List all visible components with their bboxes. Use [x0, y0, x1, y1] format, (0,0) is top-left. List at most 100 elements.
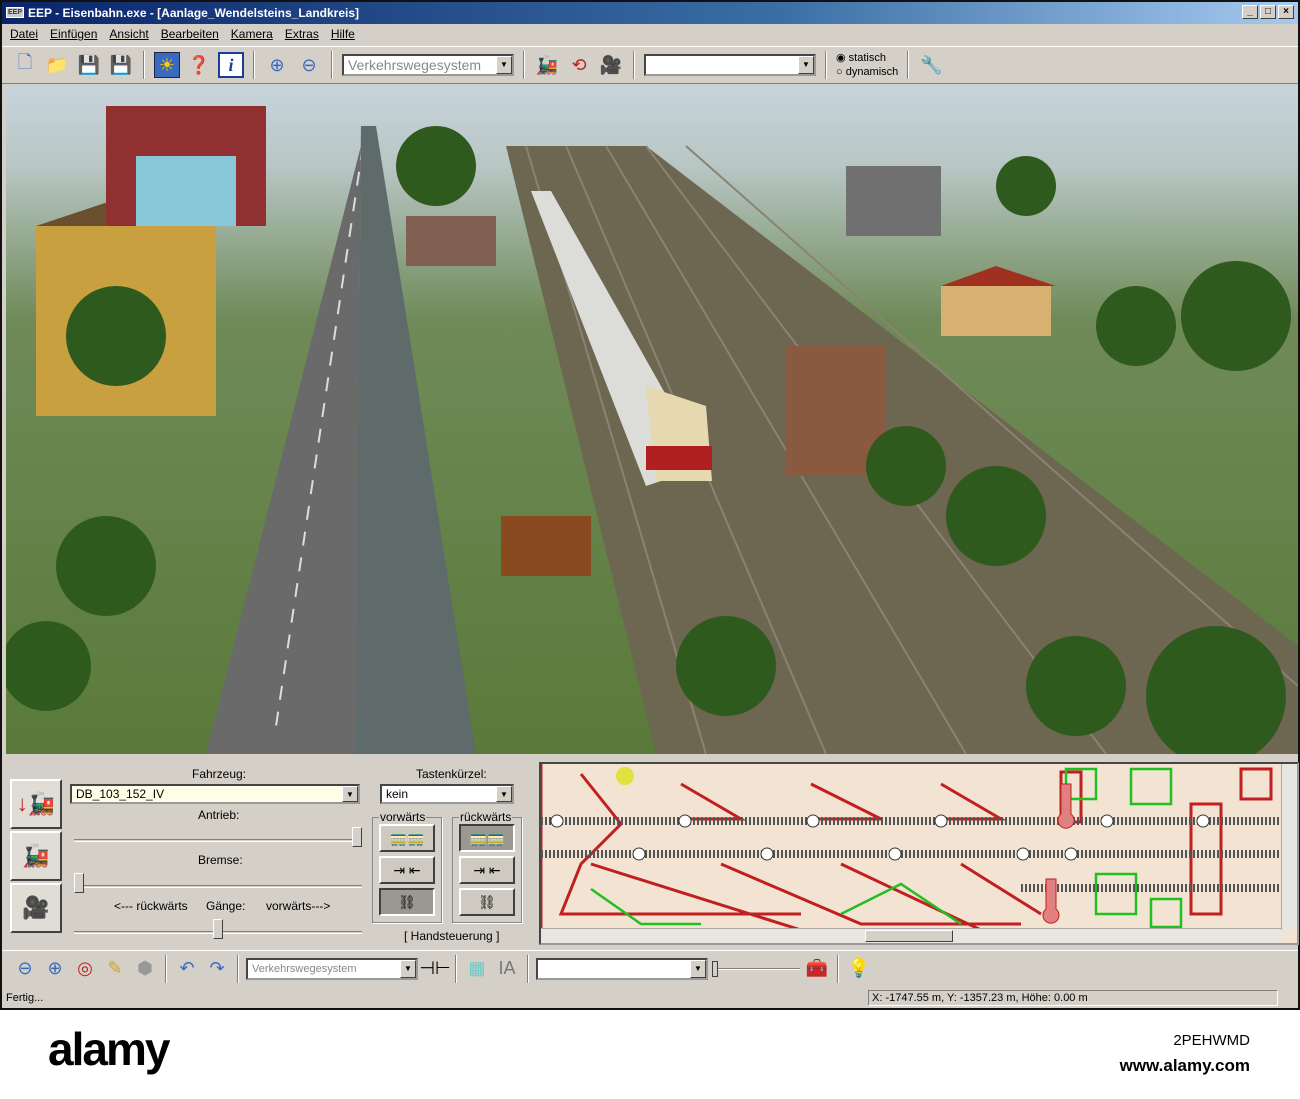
shortcut-select-value: kein	[386, 787, 409, 801]
save-as-icon[interactable]: 💾	[108, 52, 134, 78]
save-icon[interactable]: 💾	[76, 52, 102, 78]
radio-static[interactable]: ◉ statisch	[836, 51, 898, 65]
chevron-down-icon[interactable]: ▼	[496, 786, 512, 802]
title-bar: EEP EEP - Eisenbahn.exe - [Aanlage_Wende…	[2, 2, 1298, 24]
app-icon: EEP	[6, 7, 24, 18]
info-icon[interactable]: i	[218, 52, 244, 78]
locomotive-icon[interactable]: 🚂	[534, 52, 560, 78]
shortcut-select[interactable]: kein ▼	[380, 784, 514, 804]
slider-thumb[interactable]	[352, 827, 362, 847]
layer-select[interactable]: Verkehrswegesystem ▼	[342, 54, 514, 76]
main-toolbar: 🗋 📁 💾 💾 ☀ ❓ i ⊕ ⊖ Verkehrswegesystem ▼ 🚂 …	[2, 46, 1298, 84]
backward-coupler-button[interactable]: ⇥ ⇤	[459, 856, 515, 884]
plan-vertical-scrollbar[interactable]	[1281, 764, 1297, 930]
chevron-down-icon[interactable]: ▼	[400, 959, 416, 978]
object-select[interactable]: ▼	[644, 54, 816, 76]
vehicle-camera-button[interactable]: 🎥	[10, 883, 62, 933]
edit-pencil-icon[interactable]: ✎	[102, 956, 128, 982]
forward-group-label: vorwärts	[379, 810, 427, 824]
chevron-down-icon[interactable]: ▼	[690, 959, 706, 978]
zoom-in-icon[interactable]: ⊕	[42, 956, 68, 982]
status-text: Fertig...	[6, 992, 44, 1004]
camera-rotate-icon[interactable]: ⟲	[566, 52, 592, 78]
watermark-id: 2PEHWMD	[1173, 1032, 1250, 1049]
vehicle-list-button[interactable]: 🚂	[10, 831, 62, 881]
chevron-down-icon[interactable]: ▼	[798, 56, 814, 74]
zoom-out-icon[interactable]: ⊖	[296, 52, 322, 78]
chevron-down-icon[interactable]: ▼	[342, 786, 358, 802]
camera-save-icon[interactable]: 🎥	[598, 52, 624, 78]
redo-icon[interactable]: ↷	[204, 956, 230, 982]
undo-icon[interactable]: ↶	[174, 956, 200, 982]
open-folder-icon[interactable]: 📁	[44, 52, 70, 78]
place-vehicle-button[interactable]: ↓🚂	[10, 779, 62, 829]
plan-horizontal-scrollbar[interactable]	[541, 928, 1281, 943]
help-pointer-icon[interactable]: ❓	[186, 52, 212, 78]
3d-view[interactable]	[6, 86, 1298, 754]
locomotive-insert-icon: ↓🚂	[16, 791, 56, 816]
brake-slider[interactable]	[74, 871, 362, 893]
menu-kamera[interactable]: Kamera	[231, 24, 273, 44]
menu-hilfe[interactable]: Hilfe	[331, 24, 355, 44]
gear-slider[interactable]	[74, 917, 362, 939]
cube-icon[interactable]: ⬢	[132, 956, 158, 982]
layer-select-2[interactable]: Verkehrswegesystem ▼	[246, 957, 418, 980]
radio-dynamic[interactable]: ○ dynamisch	[836, 65, 898, 79]
drive-label: Antrieb:	[198, 808, 240, 822]
zoom-slider[interactable]	[712, 959, 800, 979]
menu-datei[interactable]: Datei	[10, 24, 38, 44]
forward-couple-train-button[interactable]: 🚃🚃	[379, 824, 435, 852]
backward-group-label: rückwärts	[459, 810, 513, 824]
backward-chain-button[interactable]: ⛓	[459, 888, 515, 916]
backward-couple-train-button[interactable]: 🚃🚃	[459, 824, 515, 852]
forward-label: vorwärts--->	[266, 899, 331, 913]
maximize-button[interactable]: □	[1260, 5, 1276, 19]
drive-slider[interactable]	[74, 825, 362, 847]
lightbulb-icon[interactable]: 💡	[846, 956, 872, 982]
track-plan-graphic	[541, 764, 1281, 932]
vehicle-select[interactable]: DB_103_152_IV ▼	[70, 784, 360, 804]
text-height-icon[interactable]: IA	[494, 956, 520, 982]
scrollbar-thumb[interactable]	[865, 930, 953, 942]
menu-extras[interactable]: Extras	[285, 24, 319, 44]
tools-icon[interactable]: 🔧	[918, 52, 944, 78]
toolbox-icon[interactable]: 🧰	[804, 956, 830, 982]
weather-icon[interactable]: ☀	[154, 52, 180, 78]
target-camera-icon[interactable]: ◎	[72, 956, 98, 982]
camera-icon: 🎥	[22, 895, 50, 920]
slider-thumb[interactable]	[213, 919, 223, 939]
grid-icon[interactable]: ▦	[464, 956, 490, 982]
height-slider-icon[interactable]: ⊣⊢	[419, 956, 450, 982]
backward-group: rückwärts 🚃🚃 ⇥ ⇤ ⛓	[452, 810, 522, 923]
menu-einfuegen[interactable]: Einfügen	[50, 24, 97, 44]
vehicle-select-value: DB_103_152_IV	[76, 787, 165, 801]
3d-scene-graphic	[6, 106, 1298, 754]
app-window: EEP EEP - Eisenbahn.exe - [Aanlage_Wende…	[0, 0, 1300, 1010]
menu-bearbeiten[interactable]: Bearbeiten	[161, 24, 219, 44]
vehicle-label: Fahrzeug:	[192, 767, 247, 781]
radio-static-label: statisch	[848, 52, 886, 64]
window-title: EEP - Eisenbahn.exe - [Aanlage_Wendelste…	[28, 6, 360, 20]
watermark-band: alamy 2PEHWMD www.alamy.com	[0, 1010, 1300, 1099]
slider-thumb[interactable]	[712, 960, 718, 977]
coordinates-readout: X: -1747.55 m, Y: -1357.23 m, Höhe: 0.00…	[868, 990, 1278, 1006]
menu-ansicht[interactable]: Ansicht	[109, 24, 148, 44]
slider-thumb[interactable]	[74, 873, 84, 893]
track-plan-view[interactable]	[539, 762, 1299, 945]
chevron-down-icon[interactable]: ▼	[496, 56, 512, 74]
gears-label: Gänge:	[206, 899, 246, 913]
layer-select-2-value: Verkehrswegesystem	[252, 962, 357, 975]
watermark-url: www.alamy.com	[1119, 1056, 1250, 1075]
forward-coupler-button[interactable]: ⇥ ⇤	[379, 856, 435, 884]
forward-chain-button[interactable]: ⛓	[379, 888, 435, 916]
backward-label: <--- rückwärts	[114, 899, 188, 913]
zoom-out-icon[interactable]: ⊖	[12, 956, 38, 982]
new-file-icon[interactable]: 🗋	[12, 52, 38, 78]
zoom-in-icon[interactable]: ⊕	[264, 52, 290, 78]
minimize-button[interactable]: _	[1242, 5, 1258, 19]
close-button[interactable]: ×	[1278, 5, 1294, 19]
status-bar: Fertig... X: -1747.55 m, Y: -1357.23 m, …	[2, 989, 1298, 1007]
secondary-toolbar: ⊖ ⊕ ◎ ✎ ⬢ ↶ ↷ Verkehrswegesystem ▼ ⊣⊢ ▦ I…	[2, 950, 1298, 986]
forward-group: vorwärts 🚃🚃 ⇥ ⇤ ⛓	[372, 810, 442, 923]
object-select-2[interactable]: ▼	[536, 957, 708, 980]
